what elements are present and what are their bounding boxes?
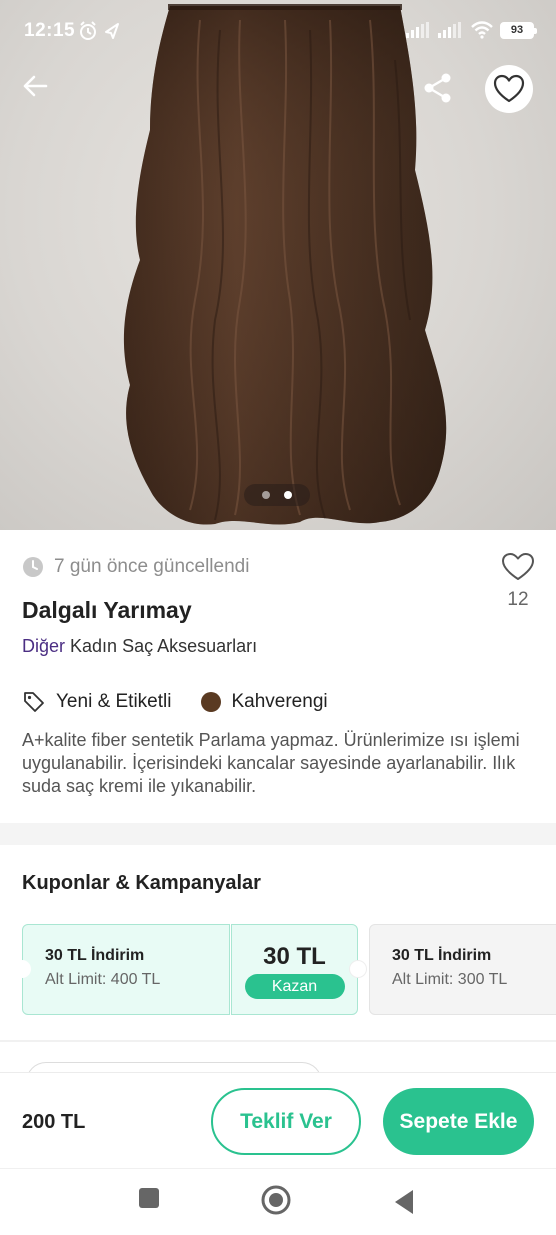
home-button[interactable] [260,1184,292,1221]
alarm-icon [80,21,96,40]
color-swatch [201,692,222,712]
coupon-carousel[interactable]: 30 TL İndirim Alt Limit: 400 TL 30 TL Ka… [0,924,556,1016]
signal-icon [438,22,461,38]
battery-indicator: 93 [500,21,537,39]
condition-attribute: Yeni & Etiketli [22,690,171,714]
claim-coupon-button[interactable]: Kazan [244,974,345,999]
tag-icon [24,692,44,712]
status-time: 12:15 [24,20,76,41]
coupon-notch [349,960,367,978]
carousel-dot-active[interactable] [284,491,292,499]
product-price: 200 TL [22,1111,86,1133]
color-text: Kahverengi [231,691,328,712]
product-description: A+kalite fiber sentetik Parlama yapmaz. … [22,730,520,796]
color-attribute: Kahverengi [201,691,328,713]
bottom-action-bar: 200 TL Teklif Ver Sepete Ekle [0,1072,556,1168]
system-navigation-bar [0,1168,556,1235]
product-photo [123,4,447,525]
status-bar: 12:15 93 [0,0,556,62]
condition-text: Yeni & Etiketli [56,691,172,712]
coupon-notch [13,960,31,978]
back-triangle-icon [395,1190,413,1214]
coupon-amount: 30 TL [263,943,326,970]
coupon-limit: Alt Limit: 300 TL [392,971,508,988]
coupons-title: Kuponlar & Kampanyalar [22,872,261,894]
like-count: 12 [507,589,529,610]
make-offer-button[interactable]: Teklif Ver [211,1088,361,1155]
add-to-cart-button[interactable]: Sepete Ekle [383,1088,534,1155]
coupon-limit: Alt Limit: 400 TL [45,971,161,988]
like-button[interactable]: 12 [498,552,538,611]
favorite-button[interactable] [485,65,533,113]
section-divider [0,1040,556,1042]
heart-icon [493,74,525,103]
carousel-indicator [244,484,310,506]
coupon-card[interactable]: 30 TL İndirim Alt Limit: 400 TL [22,924,230,1015]
coupon-card[interactable]: 30 TL İndirim Alt Limit: 300 TL [369,924,556,1015]
navigation-icon [105,23,119,39]
section-divider [0,823,556,845]
updated-text: 7 gün önce güncellendi [54,556,250,577]
coupon-title: 30 TL İndirim [45,947,145,964]
stop-icon [139,1188,159,1208]
wifi-icon [471,21,493,39]
carousel-dot[interactable] [262,491,270,499]
product-image-carousel[interactable]: 12:15 93 [0,0,556,530]
system-back-button[interactable] [393,1189,415,1220]
home-icon [261,1185,291,1215]
category-link[interactable]: Kadın Saç Aksesuarları [70,636,257,656]
category-line: Diğer Kadın Saç Aksesuarları [22,636,257,657]
product-attributes: Yeni & Etiketli Kahverengi [22,690,328,714]
share-icon [424,73,451,103]
product-title: Dalgalı Yarımay [22,597,192,623]
coupon-claim[interactable]: 30 TL Kazan [231,924,358,1015]
signal-icon [406,22,429,38]
share-button[interactable] [418,68,458,108]
back-arrow-icon [23,75,48,97]
heart-icon [502,553,534,580]
coupon-title: 30 TL İndirim [392,947,492,964]
recents-button[interactable] [138,1187,160,1214]
clock-icon [23,557,43,577]
updated-info: 7 gün önce güncellendi [22,556,249,578]
brand-link[interactable]: Diğer [22,636,65,656]
back-button[interactable] [16,66,56,106]
